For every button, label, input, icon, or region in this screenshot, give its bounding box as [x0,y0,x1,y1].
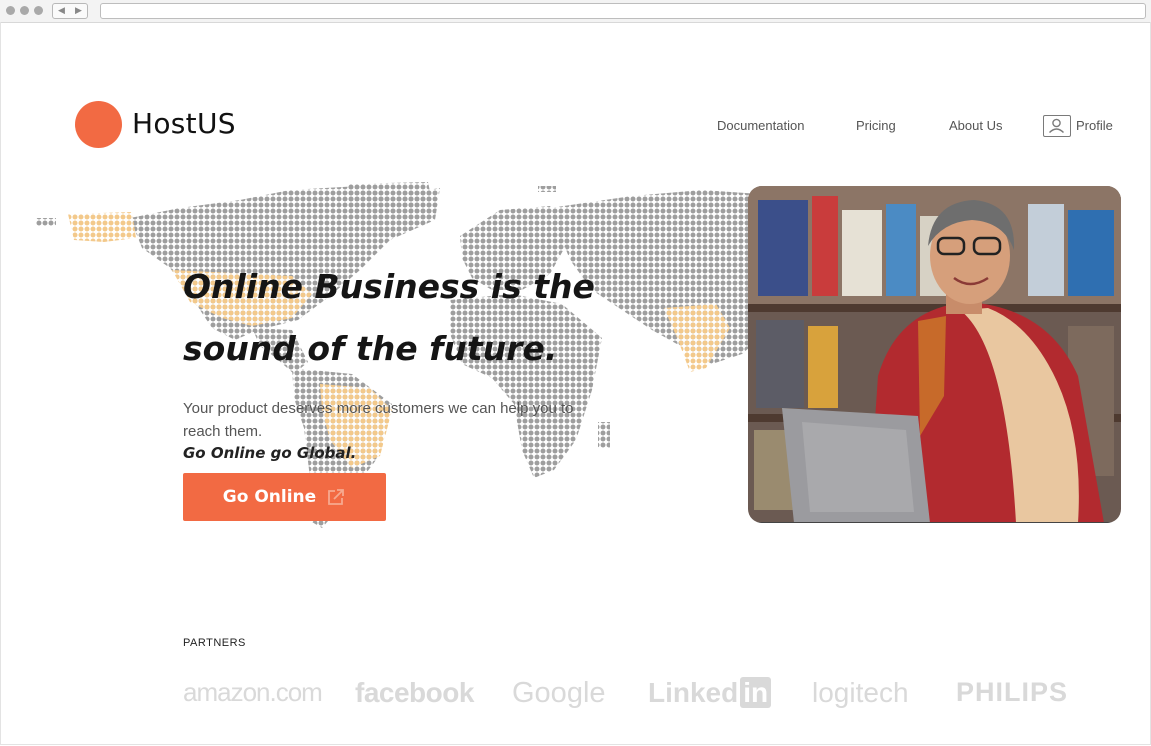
profile-icon[interactable] [1043,115,1071,137]
brand-name[interactable]: HostUS [132,107,236,140]
hero-tagline: Go Online go Global. [183,444,357,462]
partner-logo-facebook: facebook [355,677,474,708]
linkedin-wordmark: Linked [648,677,739,708]
partner-logo-logitech: logitech [812,677,909,708]
browser-toolbar: ◀ ▶ [0,0,1151,23]
window-control-dot[interactable] [6,6,15,15]
partner-logo-amazon: amazon.com [183,677,323,707]
partners-heading: PARTNERS [183,637,246,649]
address-bar[interactable] [100,3,1146,19]
nav-documentation[interactable]: Documentation [717,118,804,133]
partner-logo-linkedin: Linked in [648,677,772,709]
window-control-dot[interactable] [34,6,43,15]
window-control-dot[interactable] [20,6,29,15]
hero-subtitle: Your product deserves more customers we … [183,400,574,440]
external-link-icon [328,489,345,505]
nav-pricing[interactable]: Pricing [856,118,896,133]
nav-profile[interactable]: Profile [1076,118,1113,133]
logo-icon[interactable] [75,101,122,148]
map-alaska-highlight [68,212,136,242]
browser-nav-buttons[interactable]: ◀ ▶ [52,3,88,19]
linkedin-in-badge: in [740,677,772,708]
nav-about-us[interactable]: About Us [949,118,1002,133]
partner-logo-philips: PHILIPS [956,677,1069,707]
hero-photo [748,186,1121,523]
go-online-label: Go Online [222,487,317,507]
hero-headline-line-2: sound of the future. [183,329,558,368]
hero-headline: Online Business is the sound of the futur… [183,256,643,380]
partner-logo-google: Google [512,677,606,709]
back-icon[interactable]: ◀ [58,6,65,16]
hero-headline-line-1: Online Business is the [183,267,595,306]
forward-icon[interactable]: ▶ [75,6,82,16]
go-online-button[interactable]: Go Online [183,473,386,521]
